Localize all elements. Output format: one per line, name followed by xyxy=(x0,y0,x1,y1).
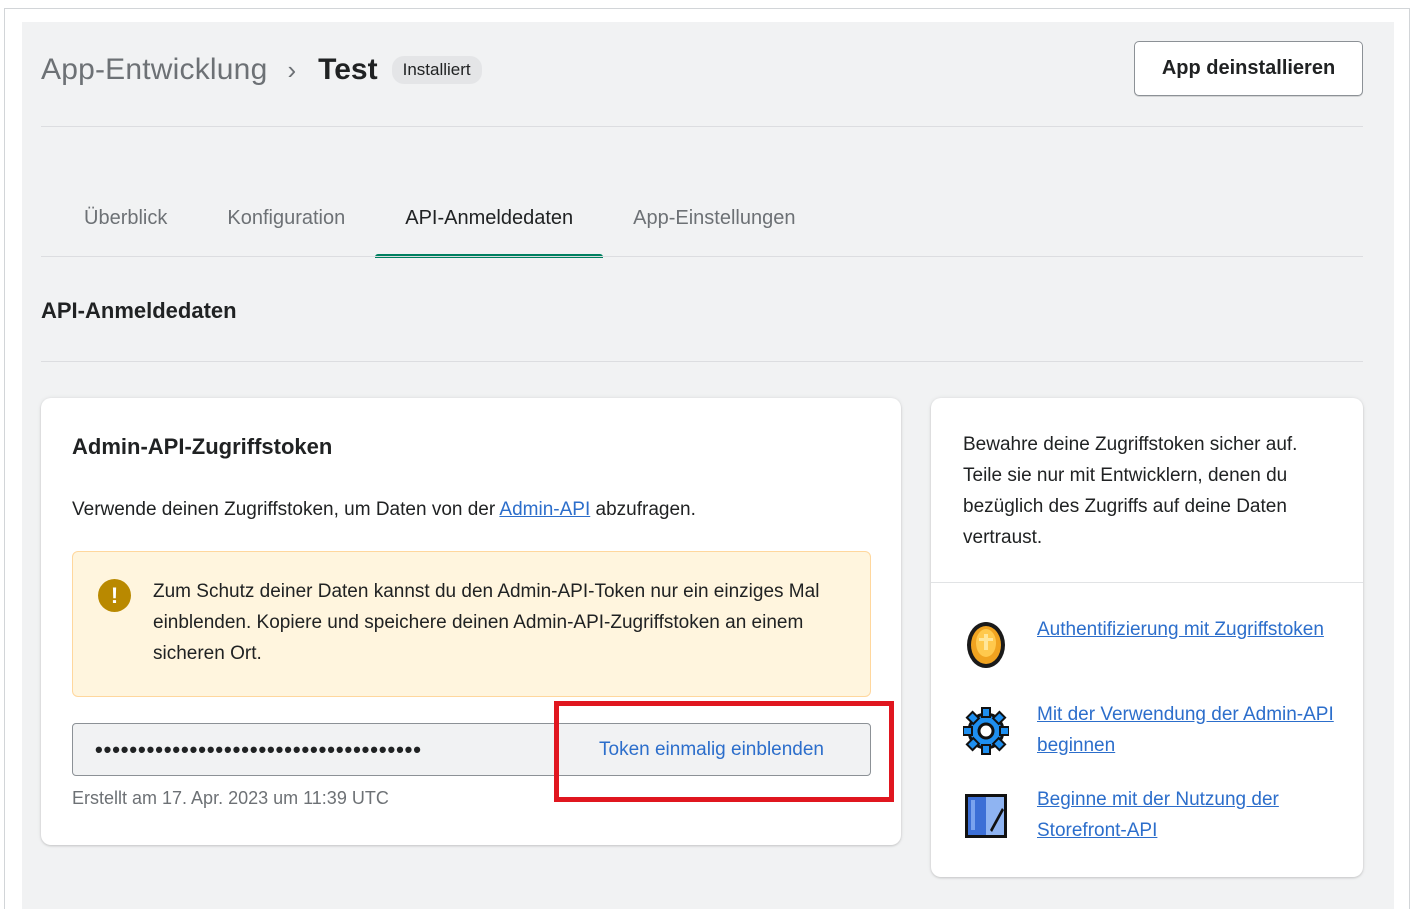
uninstall-app-button[interactable]: App deinstallieren xyxy=(1134,41,1363,96)
tab-app-settings[interactable]: App-Einstellungen xyxy=(603,195,825,257)
masked-token: •••••••••••••••••••••••••••••••••••••• xyxy=(95,737,422,762)
section-divider xyxy=(41,361,1363,362)
resource-item[interactable]: Beginne mit der Nutzung der Storefront-A… xyxy=(963,784,1337,846)
created-timestamp: Erstellt am 17. Apr. 2023 um 11:39 UTC xyxy=(72,788,389,808)
breadcrumb: App-Entwicklung › Test Installiert xyxy=(41,48,482,92)
warning-banner: ! Zum Schutz deiner Daten kannst du den … xyxy=(72,551,871,697)
description-text-end: abzufragen. xyxy=(590,499,696,520)
tabs-divider xyxy=(41,256,1363,257)
card-description: Verwende deinen Zugriffstoken, um Daten … xyxy=(72,499,696,521)
header-divider xyxy=(41,126,1363,127)
tab-bar: Überblick Konfiguration API-Anmeldedaten… xyxy=(41,195,825,258)
highlight-box xyxy=(554,701,894,802)
info-card: Bewahre deine Zugriffstoken sicher auf. … xyxy=(931,398,1363,877)
auth-tokens-link[interactable]: Authentifizierung mit Zugriffstoken xyxy=(1037,614,1337,645)
warning-icon: ! xyxy=(98,579,131,612)
gear-icon xyxy=(963,707,1009,755)
coin-icon xyxy=(967,622,1005,668)
tab-configuration[interactable]: Konfiguration xyxy=(197,195,375,257)
admin-api-link[interactable]: Admin-API xyxy=(499,499,590,520)
storefront-api-link[interactable]: Beginne mit der Nutzung der Storefront-A… xyxy=(1037,784,1337,846)
resource-item[interactable]: Authentifizierung mit Zugriffstoken xyxy=(963,614,1337,670)
tab-overview[interactable]: Überblick xyxy=(41,195,197,257)
card-title: Admin-API-Zugriffstoken xyxy=(72,434,333,459)
breadcrumb-parent-link[interactable]: App-Entwicklung xyxy=(41,53,267,87)
section-title: API-Anmeldedaten xyxy=(41,298,237,323)
resource-item[interactable]: Mit der Verwendung der Admin-API beginne… xyxy=(963,699,1337,761)
chevron-right-icon: › xyxy=(287,54,297,85)
warning-text: Zum Schutz deiner Daten kannst du den Ad… xyxy=(153,581,820,664)
admin-api-start-link[interactable]: Mit der Verwendung der Admin-API beginne… xyxy=(1037,699,1337,761)
info-text: Bewahre deine Zugriffstoken sicher auf. … xyxy=(963,434,1298,548)
status-badge: Installiert xyxy=(391,56,482,84)
storefront-icon xyxy=(965,794,1007,838)
page-title: Test xyxy=(318,53,378,86)
description-text: Verwende deinen Zugriffstoken, um Daten … xyxy=(72,499,500,520)
tab-api-credentials[interactable]: API-Anmeldedaten xyxy=(375,195,604,258)
info-divider xyxy=(931,582,1363,583)
